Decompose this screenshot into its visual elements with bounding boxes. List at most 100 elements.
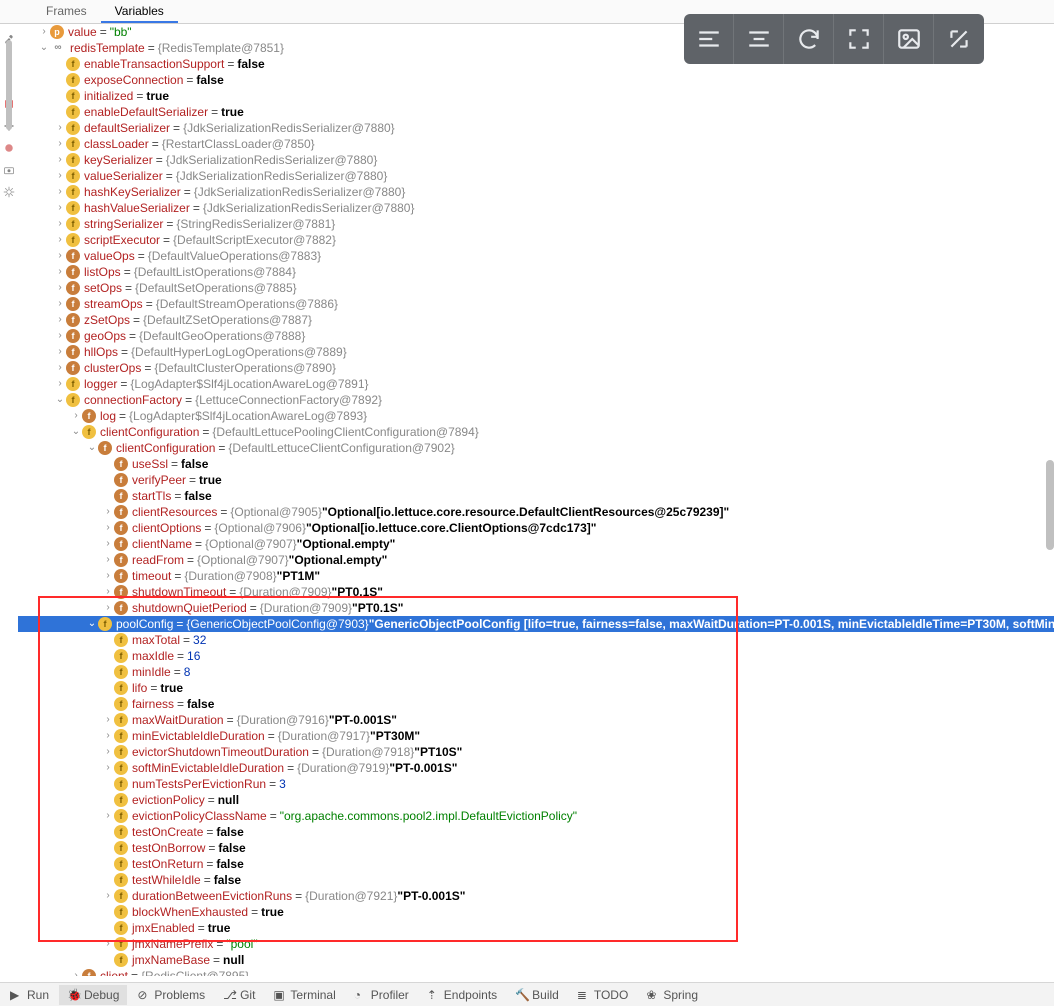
collapse-icon[interactable]: ⌄ [86, 440, 98, 456]
expand-icon[interactable]: › [54, 152, 66, 168]
expand-icon[interactable]: › [102, 568, 114, 584]
expand-icon[interactable]: › [102, 536, 114, 552]
toolwindow-spring[interactable]: ❀Spring [638, 985, 706, 1005]
var-row-classLoader[interactable]: ›fclassLoader = {RestartClassLoader@7850… [18, 136, 1054, 152]
image-icon[interactable] [884, 14, 934, 64]
var-row-zSetOps[interactable]: ›fzSetOps = {DefaultZSetOperations@7887} [18, 312, 1054, 328]
scroll-thumb-left[interactable] [6, 40, 12, 130]
var-row-testWhileIdle[interactable]: ftestWhileIdle = false [18, 872, 1054, 888]
collapse-icon[interactable]: ⌄ [38, 40, 50, 56]
expand-icon[interactable]: › [102, 504, 114, 520]
expand-icon[interactable]: › [102, 728, 114, 744]
var-row-jmxEnabled[interactable]: fjmxEnabled = true [18, 920, 1054, 936]
var-row-clientResources[interactable]: ›fclientResources = {Optional@7905} "Opt… [18, 504, 1054, 520]
expand-icon[interactable]: › [54, 360, 66, 376]
expand-icon[interactable]: › [54, 184, 66, 200]
var-row-startTls[interactable]: fstartTls = false [18, 488, 1054, 504]
expand-icon[interactable]: › [102, 936, 114, 952]
tab-variables[interactable]: Variables [101, 0, 178, 23]
var-row-clientConfiguration[interactable]: ⌄fclientConfiguration = {DefaultLettuceC… [18, 440, 1054, 456]
expand-icon[interactable]: › [70, 968, 82, 976]
var-row-numTestsPerEvictionRun[interactable]: fnumTestsPerEvictionRun = 3 [18, 776, 1054, 792]
var-row-defaultSerializer[interactable]: ›fdefaultSerializer = {JdkSerializationR… [18, 120, 1054, 136]
expand-icon[interactable]: › [54, 136, 66, 152]
toolwindow-todo[interactable]: ≣TODO [569, 985, 636, 1005]
var-row-minIdle[interactable]: fminIdle = 8 [18, 664, 1054, 680]
expand-icon[interactable]: › [102, 712, 114, 728]
var-row-shutdownTimeout[interactable]: ›fshutdownTimeout = {Duration@7909} "PT0… [18, 584, 1054, 600]
variables-tree[interactable]: ›pvalue = "bb"⌄∞redisTemplate = {RedisTe… [18, 24, 1054, 976]
var-row-valueSerializer[interactable]: ›fvalueSerializer = {JdkSerializationRed… [18, 168, 1054, 184]
expand-icon[interactable]: › [54, 216, 66, 232]
collapse-icon[interactable]: ⌄ [70, 424, 82, 440]
var-row-maxWaitDuration[interactable]: ›fmaxWaitDuration = {Duration@7916} "PT-… [18, 712, 1054, 728]
var-row-blockWhenExhausted[interactable]: fblockWhenExhausted = true [18, 904, 1054, 920]
expand-icon[interactable]: › [54, 232, 66, 248]
var-row-clientConfiguration[interactable]: ⌄fclientConfiguration = {DefaultLettuceP… [18, 424, 1054, 440]
var-row-maxIdle[interactable]: fmaxIdle = 16 [18, 648, 1054, 664]
expand-icon[interactable]: › [102, 584, 114, 600]
expand-icon[interactable]: › [54, 120, 66, 136]
expand-icon[interactable]: › [102, 808, 114, 824]
refresh-icon[interactable] [784, 14, 834, 64]
var-row-hashValueSerializer[interactable]: ›fhashValueSerializer = {JdkSerializatio… [18, 200, 1054, 216]
var-row-useSsl[interactable]: fuseSsl = false [18, 456, 1054, 472]
var-row-lifo[interactable]: flifo = true [18, 680, 1054, 696]
toolwindow-profiler[interactable]: ◔Profiler [346, 985, 417, 1005]
expand-icon[interactable]: › [102, 744, 114, 760]
var-row-exposeConnection[interactable]: fexposeConnection = false [18, 72, 1054, 88]
toolwindow-build[interactable]: 🔨Build [507, 985, 567, 1005]
var-row-minEvictableIdleDuration[interactable]: ›fminEvictableIdleDuration = {Duration@7… [18, 728, 1054, 744]
gear-icon[interactable] [3, 186, 15, 198]
align-center-icon[interactable] [734, 14, 784, 64]
expand-icon[interactable]: › [54, 312, 66, 328]
collapse-icon[interactable]: ⌄ [86, 616, 98, 632]
var-row-verifyPeer[interactable]: fverifyPeer = true [18, 472, 1054, 488]
var-row-enableDefaultSerializer[interactable]: fenableDefaultSerializer = true [18, 104, 1054, 120]
var-row-timeout[interactable]: ›ftimeout = {Duration@7908} "PT1M" [18, 568, 1054, 584]
var-row-readFrom[interactable]: ›freadFrom = {Optional@7907} "Optional.e… [18, 552, 1054, 568]
expand-icon[interactable]: › [54, 200, 66, 216]
var-row-connectionFactory[interactable]: ⌄fconnectionFactory = {LettuceConnection… [18, 392, 1054, 408]
toolwindow-problems[interactable]: ⊘Problems [129, 985, 213, 1005]
expand-icon[interactable]: › [54, 344, 66, 360]
var-row-hllOps[interactable]: ›fhllOps = {DefaultHyperLogLogOperations… [18, 344, 1054, 360]
expand-icon[interactable]: › [54, 328, 66, 344]
var-row-client[interactable]: ›fclient = {RedisClient@7895} [18, 968, 1054, 976]
expand-icon[interactable]: › [102, 520, 114, 536]
var-row-log[interactable]: ›flog = {LogAdapter$Slf4jLocationAwareLo… [18, 408, 1054, 424]
expand-icon[interactable]: › [38, 24, 50, 40]
var-row-streamOps[interactable]: ›fstreamOps = {DefaultStreamOperations@7… [18, 296, 1054, 312]
var-row-evictionPolicyClassName[interactable]: ›fevictionPolicyClassName = "org.apache.… [18, 808, 1054, 824]
var-row-testOnCreate[interactable]: ftestOnCreate = false [18, 824, 1054, 840]
expand-icon[interactable]: › [54, 248, 66, 264]
var-row-durationBetweenEvictionRuns[interactable]: ›fdurationBetweenEvictionRuns = {Duratio… [18, 888, 1054, 904]
expand-icon[interactable]: › [54, 264, 66, 280]
var-row-stringSerializer[interactable]: ›fstringSerializer = {StringRedisSeriali… [18, 216, 1054, 232]
var-row-maxTotal[interactable]: fmaxTotal = 32 [18, 632, 1054, 648]
expand-icon[interactable]: › [54, 280, 66, 296]
var-row-hashKeySerializer[interactable]: ›fhashKeySerializer = {JdkSerializationR… [18, 184, 1054, 200]
var-row-initialized[interactable]: finitialized = true [18, 88, 1054, 104]
toolwindow-terminal[interactable]: ▣Terminal [265, 985, 343, 1005]
var-row-keySerializer[interactable]: ›fkeySerializer = {JdkSerializationRedis… [18, 152, 1054, 168]
expand-icon[interactable]: › [70, 408, 82, 424]
toolwindow-run[interactable]: ▶Run [2, 985, 57, 1005]
align-left-icon[interactable] [684, 14, 734, 64]
collapse-icon[interactable]: ⌄ [54, 392, 66, 408]
var-row-clientName[interactable]: ›fclientName = {Optional@7907} "Optional… [18, 536, 1054, 552]
var-row-poolConfig[interactable]: ⌄fpoolConfig = {GenericObjectPoolConfig@… [18, 616, 1054, 632]
var-row-evictorShutdownTimeoutDuration[interactable]: ›fevictorShutdownTimeoutDuration = {Dura… [18, 744, 1054, 760]
expand-icon[interactable] [934, 14, 984, 64]
var-row-testOnReturn[interactable]: ftestOnReturn = false [18, 856, 1054, 872]
toolwindow-endpoints[interactable]: ⇡Endpoints [419, 985, 505, 1005]
toolwindow-debug[interactable]: 🐞Debug [59, 985, 127, 1005]
var-row-clientOptions[interactable]: ›fclientOptions = {Optional@7906} "Optio… [18, 520, 1054, 536]
scroll-thumb[interactable] [1046, 460, 1054, 550]
var-row-geoOps[interactable]: ›fgeoOps = {DefaultGeoOperations@7888} [18, 328, 1054, 344]
expand-icon[interactable]: › [102, 552, 114, 568]
var-row-shutdownQuietPeriod[interactable]: ›fshutdownQuietPeriod = {Duration@7909} … [18, 600, 1054, 616]
mark-icon[interactable] [3, 142, 15, 154]
var-row-logger[interactable]: ›flogger = {LogAdapter$Slf4jLocationAwar… [18, 376, 1054, 392]
var-row-clusterOps[interactable]: ›fclusterOps = {DefaultClusterOperations… [18, 360, 1054, 376]
